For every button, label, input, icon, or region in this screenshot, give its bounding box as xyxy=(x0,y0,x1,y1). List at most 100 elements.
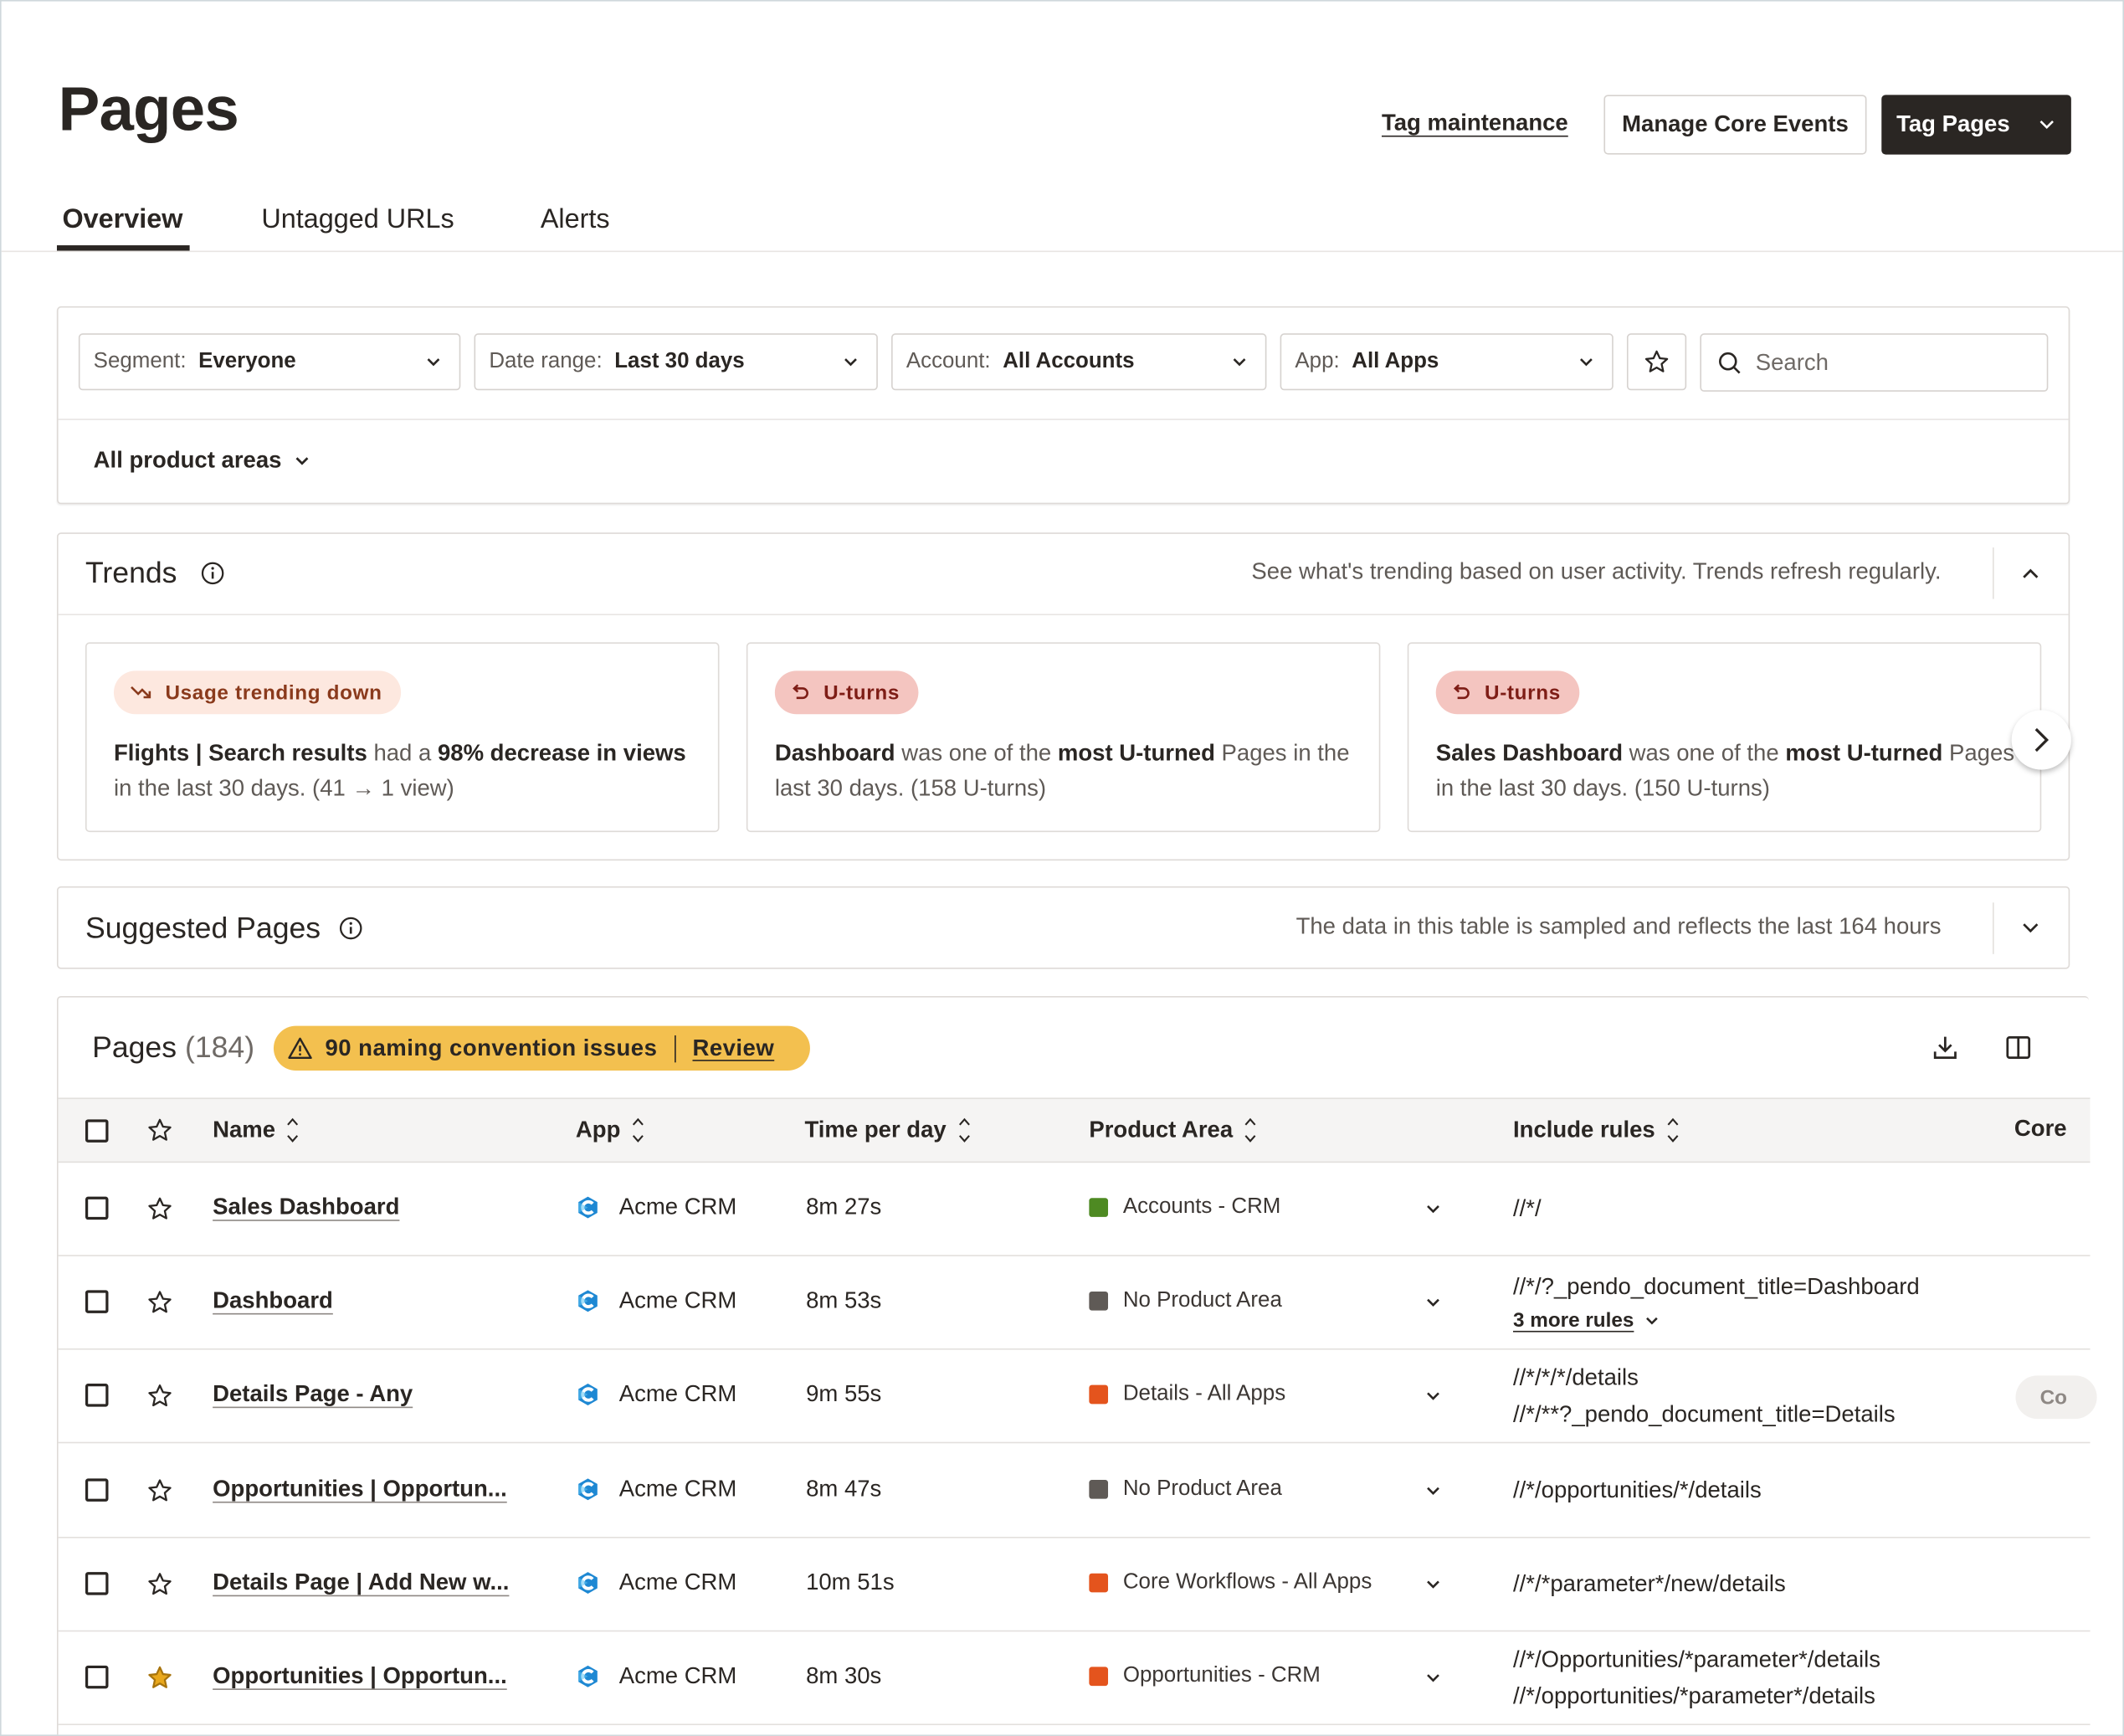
product-area-dropdown[interactable]: No Product Area xyxy=(1089,1477,1282,1502)
chevron-down-icon xyxy=(295,457,309,465)
chevron-down-icon[interactable] xyxy=(1424,1293,1443,1312)
select-all-checkbox[interactable] xyxy=(85,1119,109,1143)
sort-icon xyxy=(287,1117,299,1143)
time-per-day: 8m 27s xyxy=(806,1194,882,1220)
sort-icon xyxy=(632,1117,644,1143)
chevron-down-icon xyxy=(1233,358,1246,367)
chevron-down-icon[interactable] xyxy=(1424,1199,1443,1219)
chevron-down-icon[interactable] xyxy=(1424,1482,1443,1501)
trend-card[interactable]: U-turns Dashboard was one of the most U-… xyxy=(746,642,1381,833)
tab-untagged-urls[interactable]: Untagged URLs xyxy=(261,204,454,235)
column-label: Name xyxy=(213,1117,276,1143)
trends-divider xyxy=(58,614,2069,616)
page-name-link[interactable]: Details Page | Add New w... xyxy=(213,1569,509,1595)
page-name-link[interactable]: Opportunities | Opportun... xyxy=(213,1663,507,1689)
search-input[interactable] xyxy=(1755,348,2027,377)
row-checkbox[interactable] xyxy=(85,1572,109,1595)
product-area-dropdown[interactable]: Core Workflows - All Apps xyxy=(1089,1570,1372,1595)
product-area-color xyxy=(1089,1291,1109,1311)
column-header-time-per-day[interactable]: Time per day xyxy=(804,1115,970,1145)
page-name-link[interactable]: Opportunities | Opportun... xyxy=(213,1476,507,1502)
core-event-badge: Co xyxy=(2015,1375,2097,1420)
tab-alerts[interactable]: Alerts xyxy=(541,204,610,235)
u-turn-icon xyxy=(793,684,808,700)
account-dropdown[interactable]: Account: All Accounts xyxy=(891,333,1267,391)
trend-text: Sales Dashboard was one of the most U-tu… xyxy=(1436,736,2019,806)
date-range-value: Last 30 days xyxy=(614,349,745,373)
tag-pages-button[interactable]: Tag Pages xyxy=(1881,95,2071,155)
tab-overview[interactable]: Overview xyxy=(62,204,182,235)
review-link[interactable]: Review xyxy=(692,1035,774,1061)
time-per-day: 8m 47s xyxy=(806,1476,882,1502)
column-header-include-rules[interactable]: Include rules xyxy=(1513,1115,1680,1145)
trend-subject: Sales Dashboard xyxy=(1435,740,1624,766)
pages-table-title: Pages (184) xyxy=(92,1030,254,1065)
app-name: Acme CRM xyxy=(618,1194,737,1220)
column-header-app[interactable]: App xyxy=(576,1115,645,1145)
column-label: App xyxy=(575,1117,621,1143)
product-areas-dropdown[interactable]: All product areas xyxy=(94,447,310,474)
columns-button[interactable] xyxy=(1998,1027,2039,1068)
product-area-dropdown[interactable]: Accounts - CRM xyxy=(1089,1195,1280,1220)
include-rules: //*/?_pendo_document_title=Dashboard 3 mo… xyxy=(1513,1268,1920,1338)
chevron-down-icon xyxy=(1646,1317,1659,1325)
more-rules-link[interactable]: 3 more rules xyxy=(1513,1302,1634,1339)
account-label: Account: xyxy=(906,349,991,373)
product-area-label: Accounts - CRM xyxy=(1122,1195,1281,1219)
page-name-link[interactable]: Sales Dashboard xyxy=(213,1194,399,1220)
favorite-filter-button[interactable] xyxy=(1626,333,1687,391)
download-button[interactable] xyxy=(1925,1027,1966,1068)
column-label: Include rules xyxy=(1512,1117,1655,1143)
row-checkbox[interactable] xyxy=(85,1478,109,1502)
divider xyxy=(675,1035,677,1062)
chevron-right-icon xyxy=(2034,727,2050,752)
star-icon[interactable] xyxy=(146,1477,173,1504)
trend-card[interactable]: U-turns Sales Dashboard was one of the m… xyxy=(1407,642,2042,833)
trend-mid: had a xyxy=(367,740,438,766)
star-icon[interactable] xyxy=(146,1195,173,1222)
row-checkbox[interactable] xyxy=(85,1665,109,1689)
column-header-product-area[interactable]: Product Area xyxy=(1089,1115,1257,1145)
naming-issues-badge: 90 naming convention issues Review xyxy=(273,1025,810,1071)
columns-icon xyxy=(2006,1036,2031,1060)
row-checkbox[interactable] xyxy=(85,1290,109,1313)
manage-core-events-button[interactable]: Manage Core Events xyxy=(1603,95,1867,155)
column-header-core[interactable]: Core xyxy=(2014,1115,2067,1142)
chevron-down-icon[interactable] xyxy=(1424,1668,1443,1687)
info-icon[interactable] xyxy=(339,916,363,940)
row-checkbox[interactable] xyxy=(85,1196,109,1220)
star-icon[interactable] xyxy=(146,1289,173,1316)
naming-issues-label: 90 naming convention issues xyxy=(325,1035,658,1061)
row-checkbox[interactable] xyxy=(85,1384,109,1407)
star-icon xyxy=(1644,350,1669,372)
chevron-up-icon[interactable] xyxy=(2019,564,2041,583)
star-icon[interactable] xyxy=(146,1664,173,1691)
product-area-dropdown[interactable]: No Product Area xyxy=(1089,1289,1282,1313)
chevron-down-icon[interactable] xyxy=(2023,95,2071,154)
tag-maintenance-link[interactable]: Tag maintenance xyxy=(1382,110,1568,136)
column-label: Core xyxy=(2014,1115,2067,1142)
chevron-down-icon[interactable] xyxy=(2019,919,2041,938)
page-name-link[interactable]: Dashboard xyxy=(213,1287,333,1313)
app-dropdown[interactable]: App: All Apps xyxy=(1280,333,1614,391)
app-cell: Acme CRM xyxy=(576,1476,736,1502)
page-name-link[interactable]: Details Page - Any xyxy=(213,1381,413,1407)
trend-badge-label: Usage trending down xyxy=(165,681,382,705)
trends-next-button[interactable] xyxy=(2011,710,2071,770)
product-area-dropdown[interactable]: Details - All Apps xyxy=(1089,1382,1285,1406)
segment-dropdown[interactable]: Segment: Everyone xyxy=(78,333,461,391)
product-area-dropdown[interactable]: Opportunities - CRM xyxy=(1089,1664,1321,1688)
product-areas-label: All product areas xyxy=(93,447,282,474)
info-icon[interactable] xyxy=(201,561,225,585)
star-icon[interactable] xyxy=(146,1382,173,1409)
search-field[interactable] xyxy=(1700,333,2049,392)
chevron-down-icon[interactable] xyxy=(1424,1386,1443,1405)
trend-card[interactable]: Usage trending down Flights | Search res… xyxy=(85,642,720,833)
star-icon[interactable] xyxy=(146,1117,173,1143)
column-header-name[interactable]: Name xyxy=(213,1115,300,1145)
chevron-down-icon[interactable] xyxy=(1424,1574,1443,1594)
date-range-dropdown[interactable]: Date range: Last 30 days xyxy=(474,333,878,391)
star-icon[interactable] xyxy=(146,1570,173,1597)
trend-tail: in the last 30 days. (41 → 1 view) xyxy=(113,775,454,801)
column-label: Product Area xyxy=(1089,1117,1234,1143)
